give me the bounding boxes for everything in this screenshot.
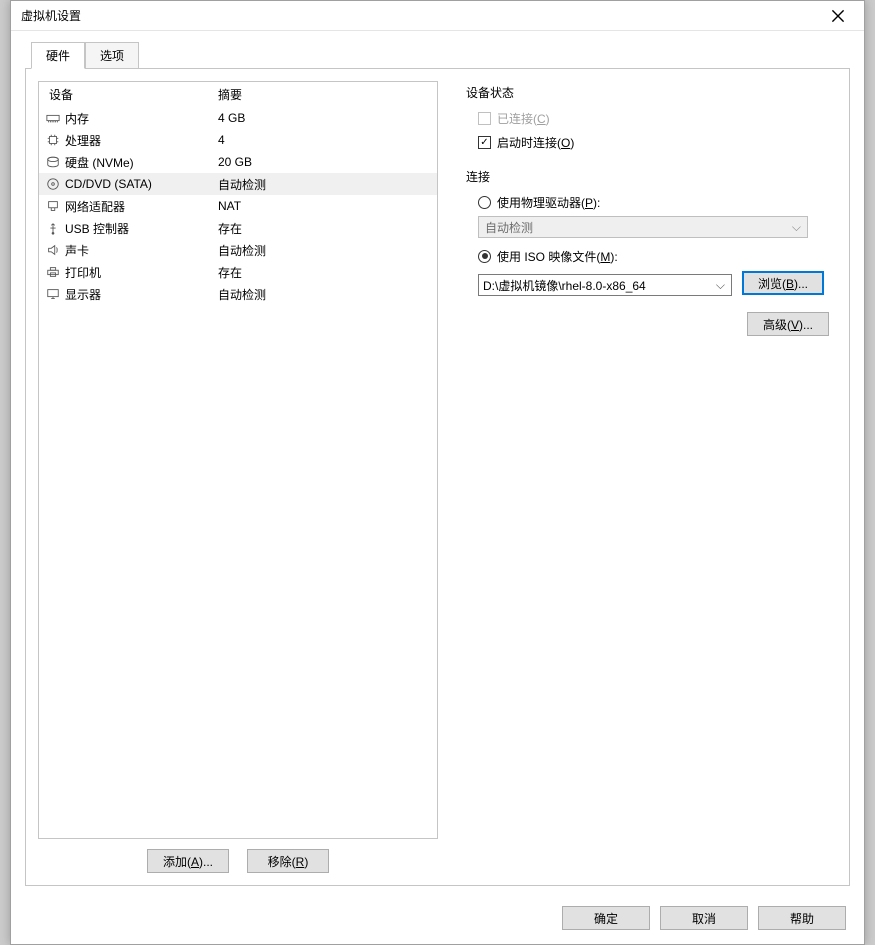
remove-button[interactable]: 移除(R) (247, 849, 329, 873)
device-summary: 存在 (218, 220, 433, 237)
connection-group: 使用物理驱动器(P): 自动检测 ⌵ 使用 ISO 映像文件(M): D:\虚拟… (466, 191, 829, 296)
checkbox-icon (478, 112, 491, 125)
device-name: 硬盘 (NVMe) (65, 154, 218, 171)
tabs: 硬件 选项 (31, 41, 850, 68)
device-name: 显示器 (65, 286, 218, 303)
left-column: 设备 摘要 内存4 GB处理器4硬盘 (NVMe)20 GBCD/DVD (SA… (38, 81, 438, 873)
iso-path-dropdown[interactable]: D:\虚拟机镜像\rhel-8.0-x86_64 ⌵ (478, 274, 732, 296)
device-summary: 自动检测 (218, 286, 433, 303)
device-table: 设备 摘要 内存4 GB处理器4硬盘 (NVMe)20 GBCD/DVD (SA… (38, 81, 438, 839)
device-name: CD/DVD (SATA) (65, 177, 218, 191)
titlebar: 虚拟机设置 (11, 1, 864, 31)
device-summary: NAT (218, 199, 433, 213)
device-summary: 自动检测 (218, 242, 433, 259)
vm-settings-dialog: 虚拟机设置 硬件 选项 设备 摘要 内存4 GB处理器4硬盘 (NVMe)20 … (10, 0, 865, 945)
table-row[interactable]: USB 控制器存在 (39, 217, 437, 239)
dialog-body: 硬件 选项 设备 摘要 内存4 GB处理器4硬盘 (NVMe)20 GBCD/D… (11, 31, 864, 896)
table-row[interactable]: 声卡自动检测 (39, 239, 437, 261)
radio-icon (478, 250, 491, 263)
window-title: 虚拟机设置 (21, 7, 818, 24)
device-summary: 存在 (218, 264, 433, 281)
iso-row: D:\虚拟机镜像\rhel-8.0-x86_64 ⌵ 浏览(B)... (478, 270, 829, 296)
device-summary: 自动检测 (218, 176, 433, 193)
connected-checkbox: 已连接(C) (478, 108, 829, 128)
advanced-row: 高级(V)... (466, 312, 829, 336)
header-summary: 摘要 (218, 86, 433, 103)
device-summary: 4 GB (218, 111, 433, 125)
radio-icon (478, 196, 491, 209)
table-row[interactable]: 硬盘 (NVMe)20 GB (39, 151, 437, 173)
ok-button[interactable]: 确定 (562, 906, 650, 930)
connection-title: 连接 (466, 168, 829, 185)
device-buttons: 添加(A)... 移除(R) (38, 849, 438, 873)
chevron-down-icon: ⌵ (792, 220, 801, 235)
network-icon (45, 198, 61, 214)
device-name: 网络适配器 (65, 198, 218, 215)
table-row[interactable]: CD/DVD (SATA)自动检测 (39, 173, 437, 195)
cpu-icon (45, 132, 61, 148)
device-state-group: 已连接(C) ✓ 启动时连接(O) (466, 107, 829, 152)
use-physical-radio[interactable]: 使用物理驱动器(P): (478, 192, 829, 212)
tab-options[interactable]: 选项 (85, 42, 139, 69)
use-iso-radio[interactable]: 使用 ISO 映像文件(M): (478, 246, 829, 266)
cancel-button[interactable]: 取消 (660, 906, 748, 930)
chevron-down-icon: ⌵ (716, 278, 725, 293)
tab-hardware[interactable]: 硬件 (31, 42, 85, 69)
right-column: 设备状态 已连接(C) ✓ 启动时连接(O) 连接 使用物理驱动器(P (458, 81, 837, 873)
table-body: 内存4 GB处理器4硬盘 (NVMe)20 GBCD/DVD (SATA)自动检… (39, 107, 437, 305)
browse-button[interactable]: 浏览(B)... (742, 271, 824, 295)
display-icon (45, 286, 61, 302)
dialog-footer: 确定 取消 帮助 (11, 896, 864, 944)
table-row[interactable]: 处理器4 (39, 129, 437, 151)
usb-icon (45, 220, 61, 236)
device-name: 打印机 (65, 264, 218, 281)
device-name: 声卡 (65, 242, 218, 259)
checkbox-icon: ✓ (478, 136, 491, 149)
help-button[interactable]: 帮助 (758, 906, 846, 930)
device-state-title: 设备状态 (466, 84, 829, 101)
table-row[interactable]: 网络适配器NAT (39, 195, 437, 217)
table-header: 设备 摘要 (39, 82, 437, 107)
device-name: 处理器 (65, 132, 218, 149)
sound-icon (45, 242, 61, 258)
device-summary: 20 GB (218, 155, 433, 169)
device-name: 内存 (65, 110, 218, 127)
add-button[interactable]: 添加(A)... (147, 849, 229, 873)
memory-icon (45, 110, 61, 126)
device-name: USB 控制器 (65, 220, 218, 237)
tab-panel: 设备 摘要 内存4 GB处理器4硬盘 (NVMe)20 GBCD/DVD (SA… (25, 68, 850, 886)
disk-icon (45, 154, 61, 170)
table-row[interactable]: 显示器自动检测 (39, 283, 437, 305)
cd-icon (45, 176, 61, 192)
physical-drive-select: 自动检测 ⌵ (478, 216, 808, 238)
close-icon (831, 9, 845, 23)
table-row[interactable]: 内存4 GB (39, 107, 437, 129)
table-row[interactable]: 打印机存在 (39, 261, 437, 283)
printer-icon (45, 264, 61, 280)
advanced-button[interactable]: 高级(V)... (747, 312, 829, 336)
device-summary: 4 (218, 133, 433, 147)
header-device: 设备 (43, 86, 218, 103)
connect-on-start-checkbox[interactable]: ✓ 启动时连接(O) (478, 132, 829, 152)
close-button[interactable] (818, 2, 858, 30)
